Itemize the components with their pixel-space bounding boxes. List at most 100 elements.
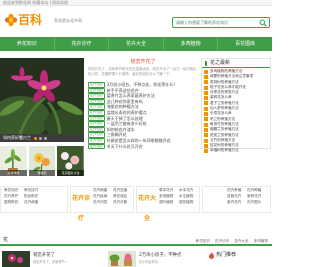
category-link[interactable]: 室内花卉 <box>227 200 245 205</box>
category-link[interactable]: 花卉病害 <box>93 188 111 193</box>
category-link[interactable]: 花卉虫害 <box>113 188 131 193</box>
category-link[interactable]: 花卉养护 <box>4 194 22 199</box>
category-link[interactable]: 花卉问答 <box>93 200 111 205</box>
category-link[interactable]: 观叶植物 <box>159 200 177 205</box>
category-link[interactable]: 花卉疾病 <box>93 194 111 199</box>
sidebar-bullet <box>204 127 208 132</box>
category-link[interactable]: 花卉图片 <box>247 200 265 205</box>
hero-flower-picture <box>0 58 84 134</box>
hot-recommend-title: 热门推荐 <box>216 252 237 258</box>
featured-summary: 韧恋开花了，初秋季节阳光充足温度适宜，韧恋开出了一朵又一朵的紫红色小花，花瓣舒展… <box>88 67 197 76</box>
category-label[interactable]: 花卉诊疗 <box>71 189 91 222</box>
top-utility-bar: 欢迎来到鲜花网 收藏本站 | 网站导航 <box>0 0 272 6</box>
search-icon[interactable] <box>259 19 267 27</box>
bottom-article-title[interactable]: 2万块小房子，不种点 <box>139 252 181 258</box>
sidebar-title: 花之最新 <box>210 60 231 66</box>
search-input[interactable] <box>176 18 256 27</box>
hero-pager-dot[interactable] <box>44 137 47 140</box>
thumbnail-card[interactable]: 盆栽绿植 <box>0 146 27 176</box>
featured-articles: 韧恋开花了 韧恋开花了，初秋季节阳光充足温度适宜，韧恋开出了一朵又一朵的紫红色小… <box>88 58 198 150</box>
sidebar-bullet <box>204 96 208 101</box>
category-link-grid: 花卉病害 花卉虫害 花卉疾病 养花误区 花卉问答 花卉诊断 <box>93 188 131 205</box>
sidebar-bullet <box>204 85 208 90</box>
article-tag: 花卉知识 <box>88 109 105 116</box>
section-header: 花 养花知识 花卉诊疗 花卉大全 多肉植物 <box>0 237 272 246</box>
article-title: 冬天下什么花又开花 <box>106 143 143 149</box>
category-link[interactable]: 木本花卉 <box>179 188 197 193</box>
category-link[interactable]: 草本花卉 <box>159 188 177 193</box>
bottom-article-excerpt: 在小阳台养花… <box>139 260 162 264</box>
hero-pager-dot[interactable] <box>39 137 42 140</box>
nav-item-succulents[interactable]: 多肉植物 <box>164 37 219 51</box>
sidebar-bullet <box>204 138 208 143</box>
section-tab[interactable]: 养花知识 <box>196 238 210 244</box>
article-tag: 花卉知识 <box>88 93 105 99</box>
nav-item-care[interactable]: 养花知识 <box>0 37 55 51</box>
nav-item-gallery[interactable]: 百花图库 <box>218 37 272 51</box>
bottom-article-image[interactable] <box>2 251 30 267</box>
category-link[interactable]: 家养花卉 <box>247 194 265 199</box>
category-link-grid: 花卉养殖 花卉种植 盆栽花卉 家养花卉 室内花卉 花卉图片 <box>227 188 265 205</box>
nav-item-diagnosis[interactable]: 花卉诊疗 <box>55 37 110 51</box>
sidebar-header: 花之最新 <box>202 59 270 68</box>
hero-slide-image[interactable] <box>0 58 84 134</box>
site-slogan: 养花就去花卉网 <box>54 18 82 23</box>
category-link[interactable]: 花卉养殖 <box>227 188 245 193</box>
sidebar-header-marker <box>205 61 207 66</box>
top-utility-text: 欢迎来到鲜花网 收藏本站 | 网站导航 <box>3 0 69 5</box>
sidebar-bullet <box>204 143 208 148</box>
site-logo[interactable]: 百科 <box>4 11 44 29</box>
category-link[interactable]: 花卉诊断 <box>113 200 131 205</box>
category-link[interactable]: 花卉种植 <box>247 188 265 193</box>
category-link[interactable]: 庭院种花 <box>4 200 22 205</box>
article-tag: 花卉知识 <box>88 121 105 127</box>
category-links-care: 养花知识 养花技巧 花卉养护 阳台种花 庭院种花 花卉病害 <box>2 186 68 213</box>
thumbnail-caption: 盆栽绿植 <box>0 170 27 176</box>
sidebar-bullet <box>204 122 208 127</box>
sidebar-item[interactable]: 幸福树的养殖方法 <box>204 148 268 154</box>
category-link[interactable]: 养花技巧 <box>24 188 42 193</box>
bottom-article-title[interactable]: 韧恋开花了 <box>33 252 55 258</box>
sidebar-bullet <box>204 133 208 138</box>
thumbnail-card[interactable]: 花卉图片大全 <box>57 146 85 176</box>
category-links-diagnosis: 花卉诊疗 花卉病害 花卉虫害 花卉疾病 养花误区 花卉问答 花卉诊断 <box>71 186 133 222</box>
article-tag: 花卉知识 <box>88 82 105 88</box>
thumbnail-caption: 花卉图片大全 <box>57 170 85 176</box>
category-link[interactable]: 花卉病害 <box>24 200 42 205</box>
thumbnail-card[interactable]: 玫瑰花 <box>28 146 56 176</box>
flower-logo-icon <box>4 13 18 27</box>
logo-text: 百科 <box>18 13 43 27</box>
category-link[interactable]: 观花植物 <box>179 200 197 205</box>
thumbnail-row: 盆栽绿植 玫瑰花 花卉图片大全 <box>0 146 85 176</box>
category-link[interactable]: 多肉植物 <box>159 194 177 199</box>
category-link[interactable]: 阳台种花 <box>24 194 42 199</box>
sidebar-bullet <box>204 149 208 154</box>
bottom-flower-picture <box>2 251 30 267</box>
category-label[interactable]: 花卉大全 <box>137 189 157 222</box>
section-tab[interactable]: 多肉植物 <box>254 238 268 244</box>
bottom-article-image[interactable] <box>108 251 136 267</box>
search-box <box>172 17 270 28</box>
category-link[interactable]: 水生植物 <box>179 194 197 199</box>
category-link-grid: 养花知识 养花技巧 花卉养护 阳台种花 庭院种花 花卉病害 <box>4 188 42 205</box>
sidebar-bullet <box>204 69 208 74</box>
section-tabs: 养花知识 花卉诊疗 花卉大全 多肉植物 <box>196 238 269 244</box>
category-link[interactable]: 养花知识 <box>4 188 22 193</box>
hero-pager-dot[interactable] <box>34 137 37 140</box>
featured-headline[interactable]: 韧恋开花了 <box>88 58 198 66</box>
section-tab[interactable]: 花卉诊疗 <box>215 238 229 244</box>
article-item[interactable]: 花卉知识 冬天下什么花又开花 <box>88 143 198 150</box>
bottom-article-excerpt: 韧恋开花了，初秋季节… <box>33 260 69 264</box>
sidebar-list: 多肉植物的养殖方法 绿萝的养殖方法和注意事项 发财树的养殖方法 栀子花怎么养才能… <box>202 68 270 155</box>
hero-pager <box>34 137 47 140</box>
category-link[interactable]: 养花误区 <box>113 194 131 199</box>
nav-item-encyclopedia[interactable]: 花卉大全 <box>109 37 164 51</box>
sidebar-bullet <box>204 80 208 85</box>
category-link-grid: 草本花卉 木本花卉 多肉植物 水生植物 观叶植物 观花植物 <box>159 188 197 205</box>
sidebar-bullet <box>204 106 208 111</box>
article-tag: 花卉知识 <box>88 137 105 144</box>
section-tab[interactable]: 花卉大全 <box>234 238 248 244</box>
sidebar-bullet <box>204 117 208 122</box>
article-list: 花卉知识 3月份小阳台，不种点花，你还等什么？ 花卉知识 新手不养这些花卉 花卉知识… <box>88 82 198 150</box>
category-link[interactable]: 盆栽花卉 <box>227 194 245 199</box>
